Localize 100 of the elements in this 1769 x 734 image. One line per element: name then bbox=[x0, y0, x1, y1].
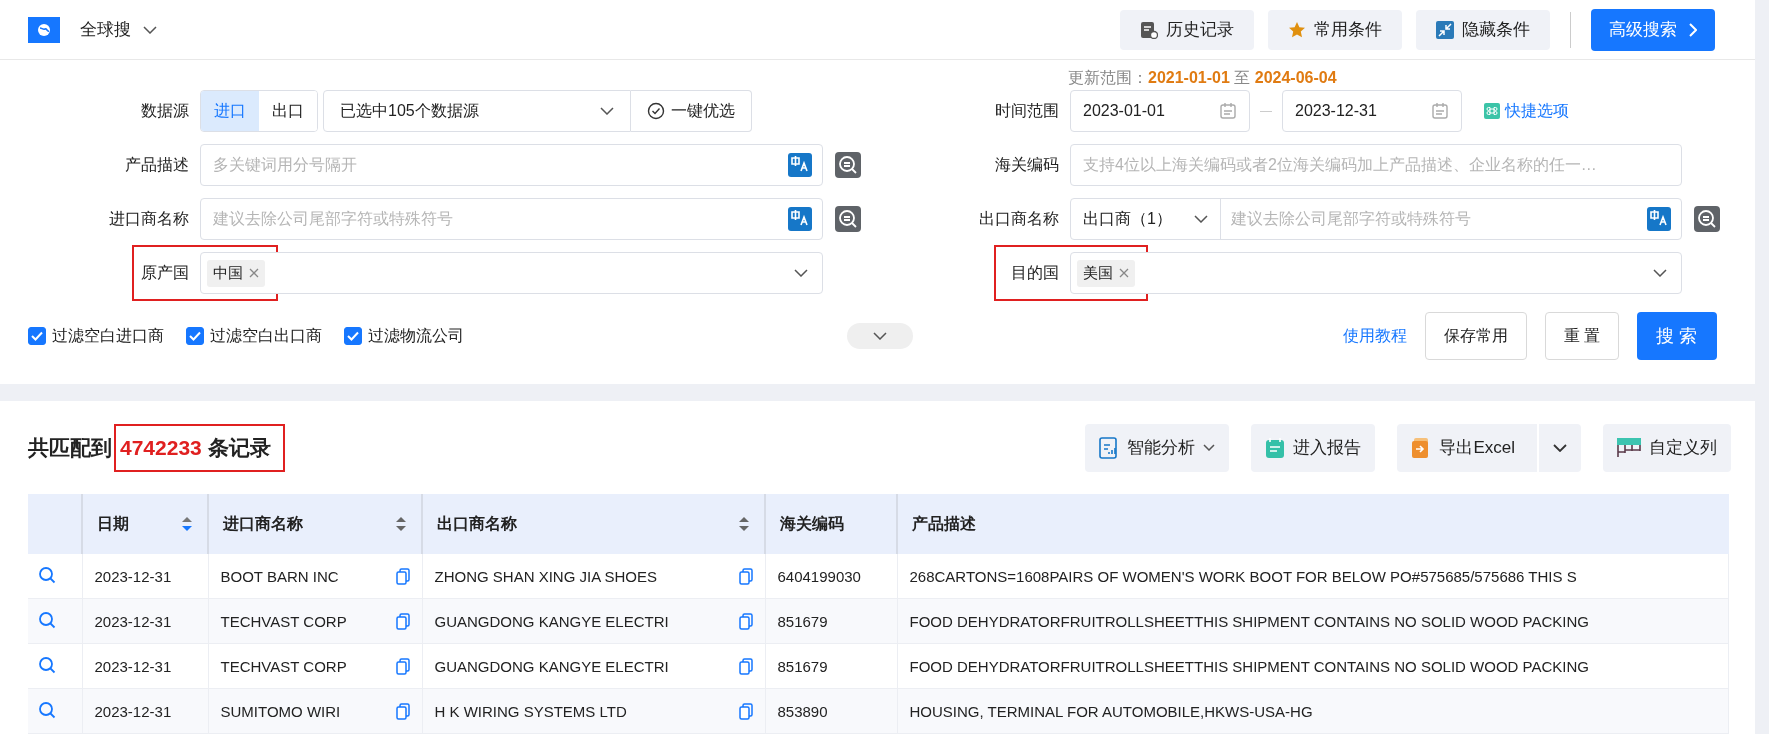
table-cell: BOOT BARN INC bbox=[220, 567, 339, 585]
table-cell: H K WIRING SYSTEMS LTD bbox=[434, 702, 627, 720]
translate-icon[interactable] bbox=[788, 207, 812, 231]
table-cell: 2023-12-31 bbox=[94, 612, 172, 630]
translate-icon[interactable] bbox=[1647, 207, 1671, 231]
text-input[interactable]: 建议去除公司尾部字符或特殊符号 bbox=[1228, 209, 1639, 229]
field-label: 海关编码 bbox=[994, 154, 1060, 175]
toolbar-button[interactable]: 常用条件 bbox=[1268, 9, 1402, 50]
source-select[interactable]: 已选中105个数据源 bbox=[323, 90, 631, 132]
table-cell: HOUSING, TERMINAL FOR AUTOMOBILE,HKWS-USA-HG bbox=[909, 702, 1313, 720]
dropdown-caret-icon bbox=[600, 107, 614, 115]
dropdown-caret-icon bbox=[1653, 269, 1667, 277]
date-field[interactable]: 2023-12-31 bbox=[1282, 90, 1462, 132]
expand-toggle[interactable] bbox=[847, 323, 913, 349]
table-cell: ZHONG SHAN XING JIA SHOES bbox=[434, 567, 658, 585]
checkbox-label: 过滤空白进口商 bbox=[52, 325, 164, 346]
filter-search-icon[interactable] bbox=[1694, 206, 1720, 232]
toolbar-button[interactable]: 智能分析 bbox=[1085, 423, 1230, 472]
column-header[interactable]: 产品描述 bbox=[897, 494, 1729, 554]
update-range-text: 更新范围：2021-01-01 至 2024-06-04 bbox=[1068, 67, 1337, 88]
toolbar-button[interactable]: 进入报告 bbox=[1251, 423, 1376, 472]
copy-icon[interactable] bbox=[738, 657, 753, 675]
column-header[interactable]: 海关编码 bbox=[765, 494, 897, 554]
table-cell: GUANGDONG KANGYE ELECTRI bbox=[434, 612, 669, 630]
date-field[interactable]: 2023-01-01 bbox=[1070, 90, 1250, 132]
calendar-icon bbox=[1219, 102, 1237, 120]
checkbox[interactable] bbox=[186, 327, 204, 345]
text-field[interactable]: 多关键词用分号隔开 bbox=[200, 144, 823, 186]
filter-search-icon[interactable] bbox=[835, 152, 861, 178]
toolbar-button[interactable]: 隐藏条件 bbox=[1416, 9, 1550, 50]
search-icon[interactable] bbox=[38, 565, 56, 584]
star-icon bbox=[1288, 20, 1306, 39]
sort-icon[interactable] bbox=[395, 516, 407, 532]
advanced-search-button[interactable]: 高级搜索 bbox=[1591, 8, 1715, 51]
copy-icon[interactable] bbox=[395, 657, 410, 675]
search-icon[interactable] bbox=[38, 700, 56, 719]
tutorial-link[interactable]: 使用教程 bbox=[1342, 325, 1407, 347]
toolbar-button[interactable]: 历史记录 bbox=[1120, 9, 1254, 50]
check-circle-icon bbox=[647, 102, 665, 120]
copy-icon[interactable] bbox=[738, 567, 753, 585]
tag-select[interactable]: 中国 bbox=[200, 252, 823, 294]
country-tag: 中国 bbox=[207, 259, 265, 287]
filter-search-icon[interactable] bbox=[835, 206, 861, 232]
date-value: 2023-12-31 bbox=[1295, 102, 1377, 120]
sort-icon[interactable] bbox=[181, 516, 193, 532]
column-header[interactable]: 日期 bbox=[82, 494, 208, 554]
history-icon bbox=[1140, 20, 1158, 39]
close-icon[interactable] bbox=[249, 268, 259, 278]
text-field[interactable]: 支持4位以上海关编码或者2位海关编码加上产品描述、企业名称的任一… bbox=[1070, 144, 1682, 186]
toolbar-button[interactable]: 自定义列 bbox=[1603, 423, 1731, 472]
command-icon bbox=[1484, 103, 1500, 119]
text-field[interactable]: 建议去除公司尾部字符或特殊符号 bbox=[200, 198, 823, 240]
checkbox[interactable] bbox=[28, 327, 46, 345]
table-cell: TECHVAST CORP bbox=[220, 612, 347, 630]
table-cell: FOOD DEHYDRATORFRUITROLLSHEETTHIS SHIPMENT CONTAINS NO SOLID WOOD PACKING bbox=[909, 612, 1589, 630]
table-cell: 851679 bbox=[777, 612, 828, 630]
table-cell: 2023-12-31 bbox=[94, 567, 172, 585]
segment-tab[interactable]: 进口 bbox=[201, 91, 259, 131]
field-label: 进口商名称 bbox=[108, 208, 190, 229]
translate-icon[interactable] bbox=[788, 153, 812, 177]
search-icon[interactable] bbox=[38, 655, 56, 674]
shortcut-link[interactable]: 快捷选项 bbox=[1505, 100, 1569, 122]
table-cell: 851679 bbox=[777, 657, 828, 675]
copy-icon[interactable] bbox=[395, 567, 410, 585]
close-icon[interactable] bbox=[1119, 268, 1129, 278]
table-cell: 853890 bbox=[777, 702, 828, 720]
checkbox-label: 过滤物流公司 bbox=[368, 325, 464, 346]
sort-icon[interactable] bbox=[738, 516, 750, 532]
reset-button[interactable]: 重 置 bbox=[1544, 312, 1619, 360]
field-label: 目的国 bbox=[1010, 262, 1060, 283]
table-cell: 2023-12-31 bbox=[94, 702, 172, 720]
tag-select[interactable]: 美国 bbox=[1070, 252, 1682, 294]
field-label: 数据源 bbox=[140, 100, 190, 121]
column-header[interactable]: 进口商名称 bbox=[208, 494, 422, 554]
result-count: 4742233 条记录 bbox=[116, 425, 283, 470]
product-switcher[interactable]: 全球搜 bbox=[80, 18, 131, 41]
one-click-optimize-button[interactable]: 一键优选 bbox=[631, 90, 752, 132]
search-button[interactable]: 搜 索 bbox=[1637, 312, 1717, 360]
table-cell: 2023-12-31 bbox=[94, 657, 172, 675]
chevron-right-icon bbox=[1689, 22, 1697, 37]
text-field[interactable]: 出口商（1） 建议去除公司尾部字符或特殊符号 bbox=[1070, 198, 1682, 240]
field-label: 原产国 bbox=[140, 262, 190, 283]
text-input[interactable]: 建议去除公司尾部字符或特殊符号 bbox=[211, 209, 780, 229]
caret-icon bbox=[1553, 443, 1567, 452]
toolbar-button[interactable]: 导出Excel bbox=[1397, 423, 1537, 472]
exporter-type-select[interactable]: 出口商（1） bbox=[1071, 199, 1221, 239]
search-icon[interactable] bbox=[38, 610, 56, 629]
copy-icon[interactable] bbox=[395, 702, 410, 720]
copy-icon[interactable] bbox=[395, 612, 410, 630]
notebook-icon bbox=[1265, 436, 1286, 459]
text-input[interactable]: 多关键词用分号隔开 bbox=[211, 155, 780, 175]
column-header[interactable]: 出口商名称 bbox=[422, 494, 765, 554]
copy-icon[interactable] bbox=[738, 702, 753, 720]
checkbox[interactable] bbox=[344, 327, 362, 345]
text-input[interactable]: 支持4位以上海关编码或者2位海关编码加上产品描述、企业名称的任一… bbox=[1081, 155, 1671, 175]
country-tag: 美国 bbox=[1077, 259, 1135, 287]
copy-icon[interactable] bbox=[738, 612, 753, 630]
save-button[interactable]: 保存常用 bbox=[1424, 312, 1527, 360]
collapse-icon bbox=[1436, 20, 1454, 39]
calendar-icon bbox=[1431, 102, 1449, 120]
